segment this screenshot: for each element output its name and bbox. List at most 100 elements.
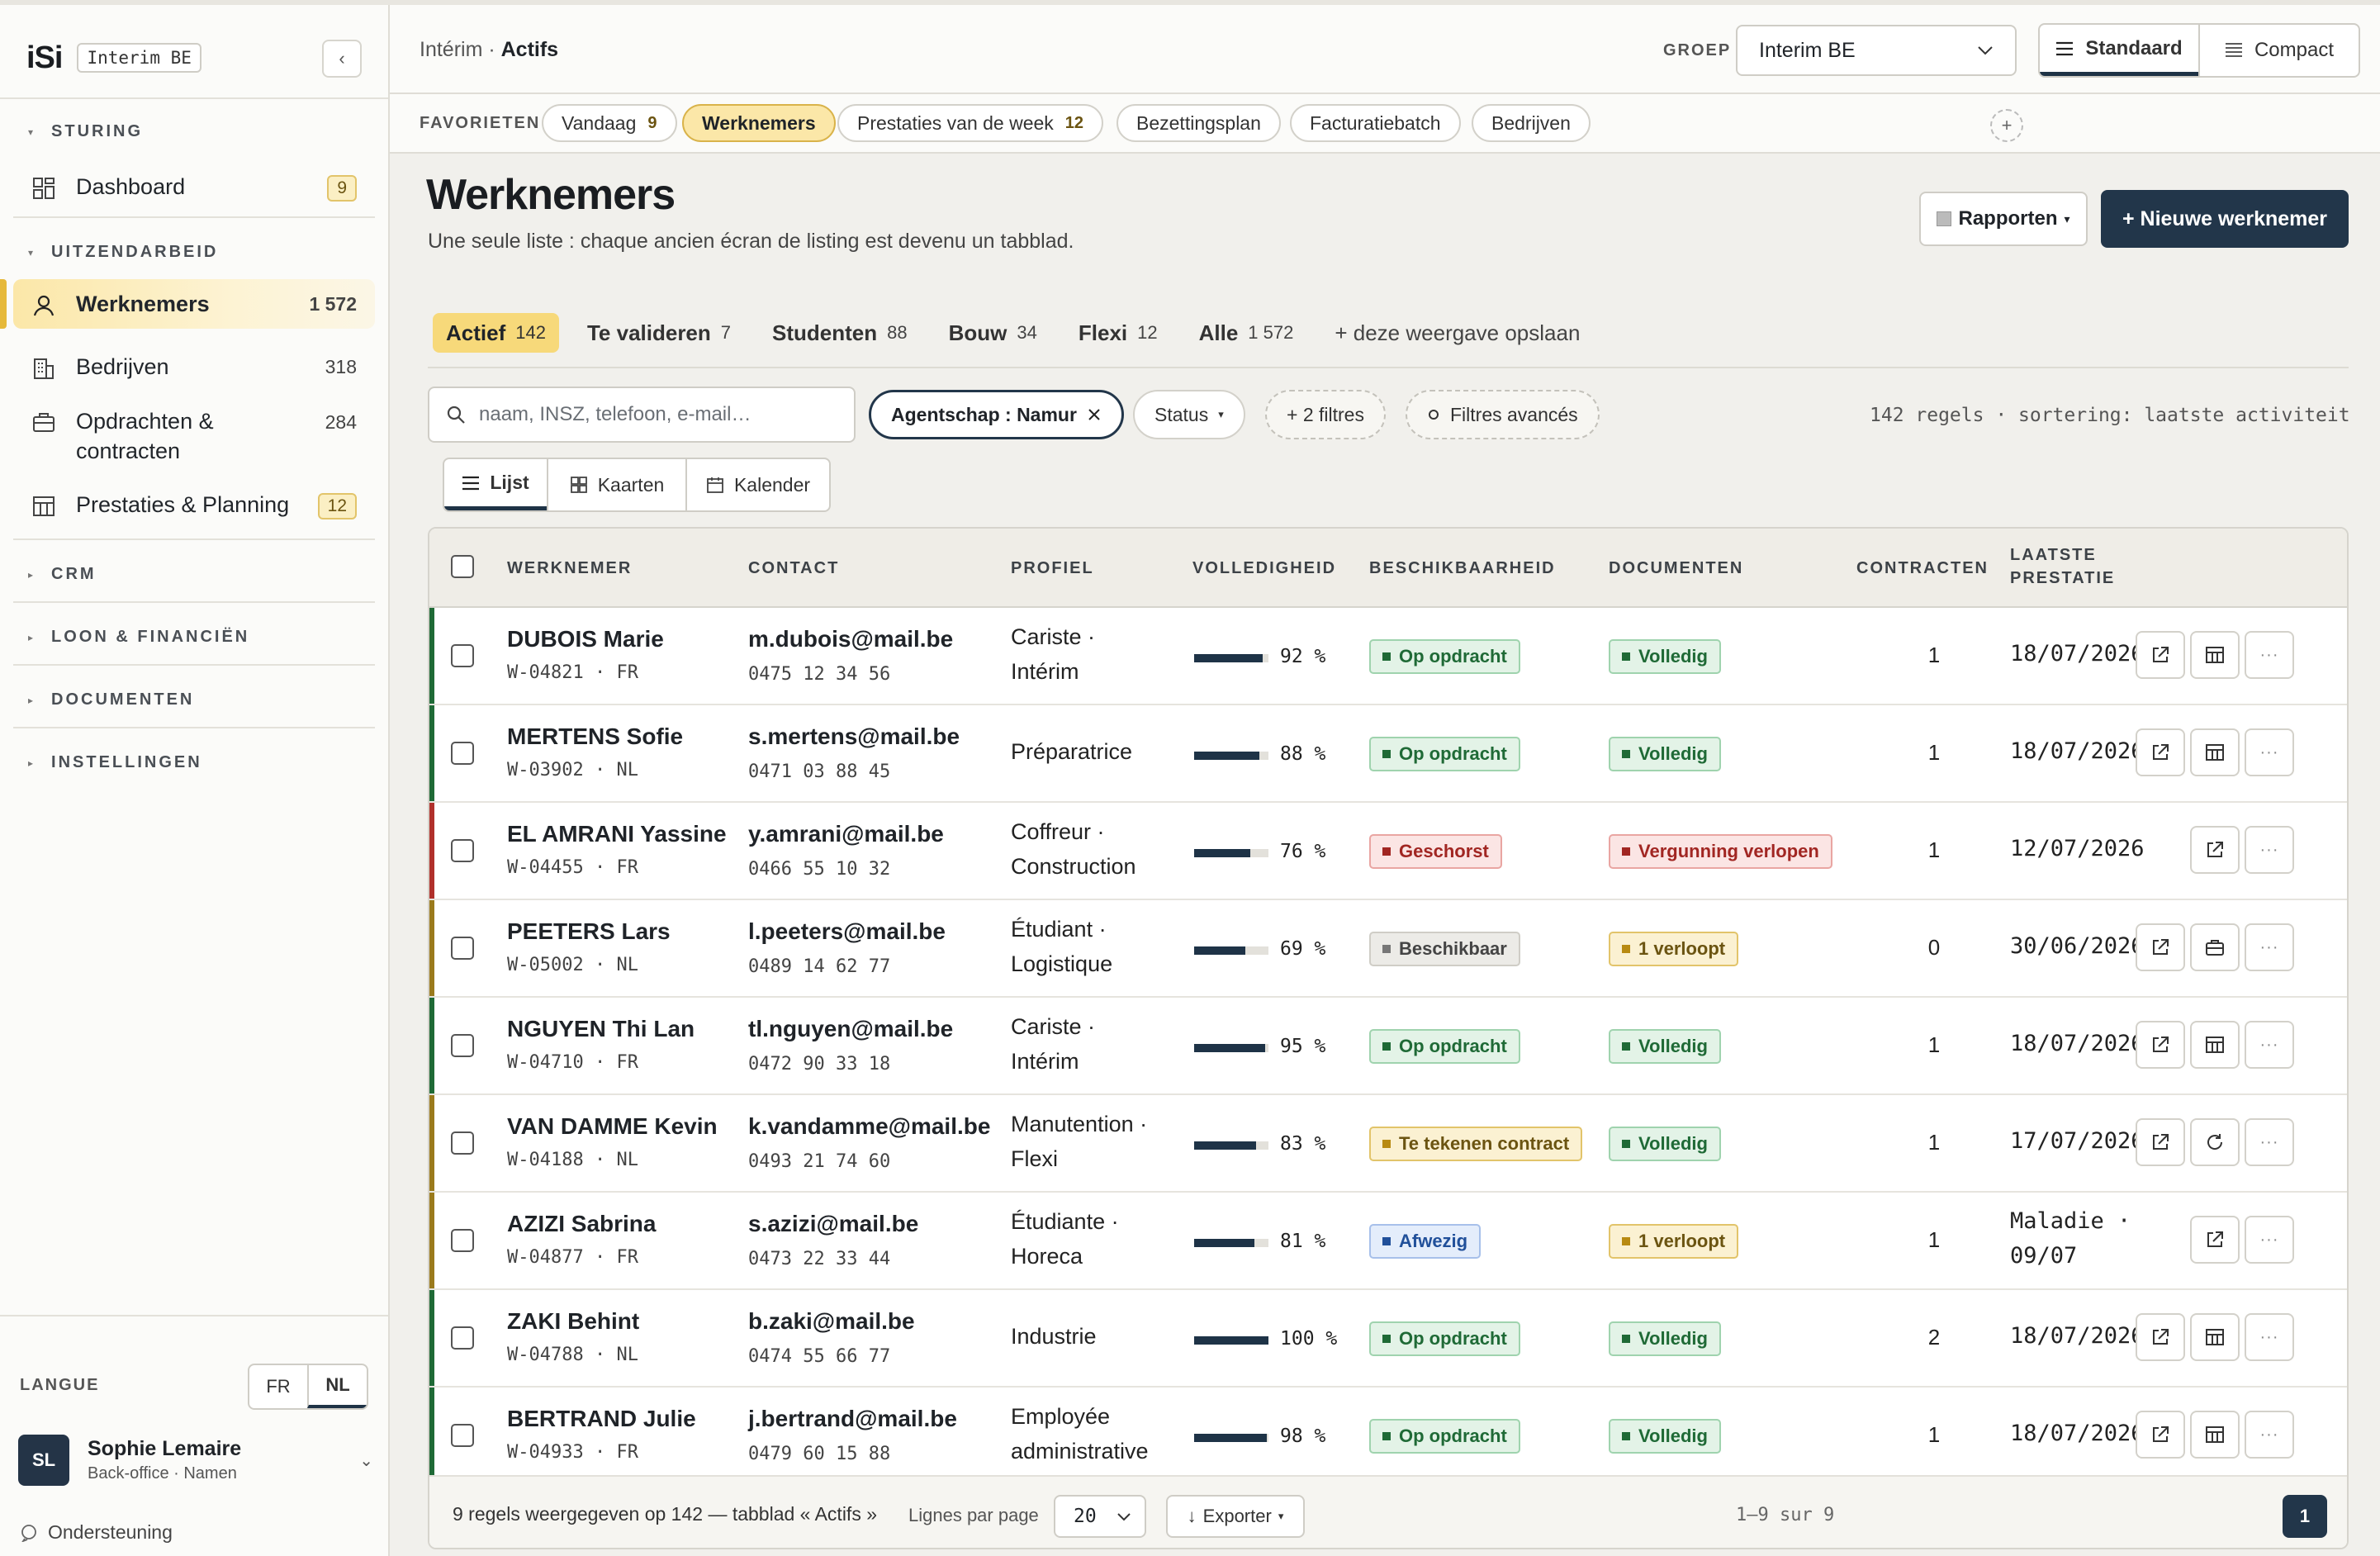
favorite-chip-bezettingsplan[interactable]: Bezettingsplan [1117, 104, 1281, 142]
sidebar-item-prestaties[interactable]: Prestaties & Planning 12 [13, 484, 375, 525]
language-option-nl[interactable]: NL [307, 1365, 367, 1408]
close-icon[interactable] [1087, 407, 1102, 422]
open-employee-button[interactable] [2136, 1021, 2185, 1069]
row-checkbox[interactable] [451, 1424, 474, 1447]
section-loon[interactable]: ▸ LOON & FINANCIËN [28, 628, 249, 647]
search-input[interactable]: naam, INSZ, telefoon, e-mail… [428, 387, 856, 443]
section-uitzendarbeid[interactable]: ▾ UITZENDARBEID [28, 243, 218, 262]
status-filter-chip[interactable]: Status ▾ [1133, 390, 1245, 439]
employee-name[interactable]: ZAKI Behint [507, 1308, 639, 1335]
column-header-last-prestation[interactable]: LAATSTE PRESTATIE [2010, 543, 2115, 590]
open-employee-button[interactable] [2136, 631, 2185, 679]
more-actions-button[interactable]: ··· [2245, 1021, 2294, 1069]
favorite-chip-prestaties[interactable]: Prestaties van de week 12 [837, 104, 1104, 142]
layout-list-button[interactable]: Lijst [444, 459, 547, 510]
favorite-chip-bedrijven[interactable]: Bedrijven [1472, 104, 1591, 142]
save-view-button[interactable]: + deze weergave opslaan [1321, 313, 1593, 353]
reports-button[interactable]: Rapporten ▾ [1919, 192, 2088, 246]
open-employee-button[interactable] [2190, 826, 2240, 874]
section-instellingen[interactable]: ▸ INSTELLINGEN [28, 753, 202, 772]
rows-per-page-select[interactable]: 20 [1054, 1495, 1146, 1538]
table-row[interactable]: EL AMRANI Yassine W-04455 · FR y.amrani@ma… [429, 803, 2347, 900]
sidebar-item-werknemers[interactable]: Werknemers 1 572 [0, 279, 375, 329]
tab-te-valideren[interactable]: Te valideren 7 [574, 313, 744, 353]
sidebar-item-dashboard[interactable]: Dashboard 9 [13, 165, 375, 208]
table-row[interactable]: AZIZI Sabrina W-04877 · FR s.azizi@mail.be… [429, 1193, 2347, 1290]
new-employee-button[interactable]: + Nieuwe werknemer [2101, 190, 2349, 248]
employee-name[interactable]: MERTENS Sofie [507, 723, 683, 750]
more-filters-chip[interactable]: + 2 filtres [1265, 390, 1386, 439]
contract-button[interactable] [2190, 923, 2240, 971]
favorite-chip-facturatiebatch[interactable]: Facturatiebatch [1290, 104, 1461, 142]
column-header-availability[interactable]: BESCHIKBAARHEID [1369, 557, 1556, 580]
table-row[interactable]: MERTENS Sofie W-03902 · NL s.mertens@mail.… [429, 705, 2347, 803]
tab-actief[interactable]: Actief 142 [433, 313, 559, 353]
density-standard-button[interactable]: Standaard [2040, 25, 2198, 76]
density-compact-button[interactable]: Compact [2198, 25, 2359, 76]
row-checkbox[interactable] [451, 1034, 474, 1057]
more-actions-button[interactable]: ··· [2245, 1216, 2294, 1264]
advanced-filters-chip[interactable]: Filtres avancés [1406, 390, 1600, 439]
employee-name[interactable]: NGUYEN Thi Lan [507, 1016, 695, 1042]
row-checkbox[interactable] [451, 1131, 474, 1155]
sidebar-item-bedrijven[interactable]: Bedrijven 318 [13, 347, 375, 387]
column-header-employee[interactable]: WERKNEMER [507, 557, 632, 580]
resend-button[interactable] [2190, 1118, 2240, 1166]
table-row[interactable]: BERTRAND Julie W-04933 · FR j.bertrand@mai… [429, 1388, 2347, 1485]
pagination-page-button[interactable]: 1 [2283, 1495, 2327, 1538]
table-row[interactable]: NGUYEN Thi Lan W-04710 · FR tl.nguyen@mail… [429, 998, 2347, 1095]
planning-button[interactable] [2190, 631, 2240, 679]
section-documenten[interactable]: ▸ DOCUMENTEN [28, 690, 194, 709]
employee-email[interactable]: tl.nguyen@mail.be [748, 1016, 953, 1042]
more-actions-button[interactable]: ··· [2245, 728, 2294, 776]
group-select[interactable]: Interim BE [1736, 25, 2017, 76]
column-header-documents[interactable]: DOCUMENTEN [1609, 557, 1743, 580]
add-favorite-button[interactable]: + [1990, 109, 2023, 142]
favorite-chip-werknemers[interactable]: Werknemers [682, 104, 836, 142]
column-header-contact[interactable]: CONTACT [748, 557, 839, 580]
employee-name[interactable]: VAN DAMME Kevin [507, 1113, 718, 1140]
more-actions-button[interactable]: ··· [2245, 826, 2294, 874]
open-employee-button[interactable] [2190, 1216, 2240, 1264]
planning-button[interactable] [2190, 1411, 2240, 1459]
support-link[interactable]: Ondersteuning [20, 1521, 173, 1544]
tab-studenten[interactable]: Studenten 88 [759, 313, 921, 353]
employee-name[interactable]: AZIZI Sabrina [507, 1211, 656, 1237]
table-row[interactable]: PEETERS Lars W-05002 · NL l.peeters@mail.b… [429, 900, 2347, 998]
table-row[interactable]: VAN DAMME Kevin W-04188 · NL k.vandamme@ma… [429, 1095, 2347, 1193]
row-checkbox[interactable] [451, 1326, 474, 1350]
layout-calendar-button[interactable]: Kalender [685, 459, 829, 510]
open-employee-button[interactable] [2136, 1411, 2185, 1459]
tab-alle[interactable]: Alle 1 572 [1186, 313, 1307, 353]
employee-email[interactable]: s.mertens@mail.be [748, 723, 960, 750]
employee-email[interactable]: y.amrani@mail.be [748, 821, 944, 847]
agency-filter-chip[interactable]: Agentschap : Namur [869, 390, 1124, 439]
collapse-sidebar-button[interactable]: ‹ [322, 40, 362, 78]
export-button[interactable]: ↓ Exporter ▾ [1166, 1495, 1305, 1538]
employee-email[interactable]: l.peeters@mail.be [748, 918, 946, 945]
user-menu[interactable]: SL Sophie Lemaire Back-office · Namen ⌄ [18, 1434, 373, 1487]
employee-name[interactable]: BERTRAND Julie [507, 1406, 696, 1432]
column-header-contracts[interactable]: CONTRACTEN [1856, 557, 1989, 580]
favorite-chip-vandaag[interactable]: Vandaag 9 [542, 104, 677, 142]
row-checkbox[interactable] [451, 742, 474, 765]
open-employee-button[interactable] [2136, 923, 2185, 971]
row-checkbox[interactable] [451, 1229, 474, 1252]
employee-name[interactable]: EL AMRANI Yassine [507, 821, 727, 847]
column-header-completeness[interactable]: VOLLEDIGHEID [1192, 557, 1336, 580]
tab-flexi[interactable]: Flexi 12 [1065, 313, 1171, 353]
table-row[interactable]: ZAKI Behint W-04788 · NL b.zaki@mail.be 047… [429, 1290, 2347, 1388]
select-all-checkbox[interactable] [451, 555, 474, 578]
employee-name[interactable]: PEETERS Lars [507, 918, 671, 945]
planning-button[interactable] [2190, 728, 2240, 776]
language-option-fr[interactable]: FR [249, 1365, 307, 1408]
tab-bouw[interactable]: Bouw 34 [936, 313, 1050, 353]
more-actions-button[interactable]: ··· [2245, 631, 2294, 679]
more-actions-button[interactable]: ··· [2245, 1411, 2294, 1459]
employee-email[interactable]: k.vandamme@mail.be [748, 1113, 990, 1140]
row-checkbox[interactable] [451, 839, 474, 862]
employee-email[interactable]: s.azizi@mail.be [748, 1211, 918, 1237]
row-checkbox[interactable] [451, 644, 474, 667]
more-actions-button[interactable]: ··· [2245, 1118, 2294, 1166]
employee-email[interactable]: m.dubois@mail.be [748, 626, 953, 652]
